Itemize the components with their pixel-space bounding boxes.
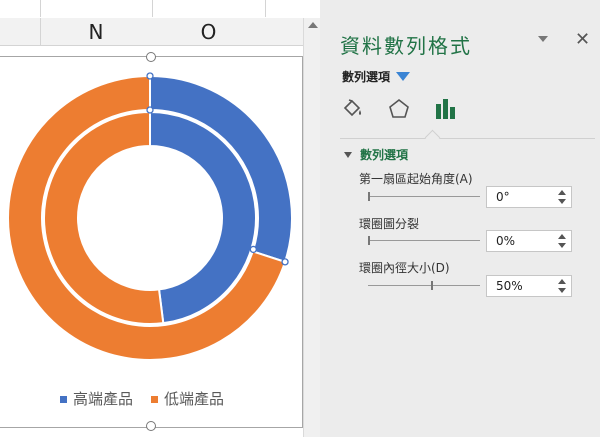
doughnut-hole-size-slider[interactable] [368, 285, 480, 286]
series-options-dropdown[interactable]: 數列選項 [342, 68, 411, 85]
chart-legend[interactable]: 高端產品 低端產品 [60, 388, 224, 409]
slider-thumb[interactable] [368, 236, 370, 245]
series-selection-handle[interactable] [146, 106, 154, 114]
doughnut-hole-size-spinner[interactable]: 50% [486, 275, 572, 297]
series-selection-handle[interactable] [281, 258, 289, 266]
section-label: 數列選項 [360, 148, 409, 162]
spin-down-icon[interactable] [558, 288, 566, 293]
worksheet-area: N O 高端產品 低端產品 [0, 0, 303, 437]
doughnut-hole-size-label: 環圈內徑大小(D) [359, 261, 450, 275]
spinner-value: 50% [496, 279, 523, 293]
spinner-value: 0° [496, 190, 510, 204]
legend-item-low[interactable]: 低端產品 [151, 388, 224, 409]
section-series-options[interactable]: 數列選項 [344, 146, 408, 163]
slider-thumb[interactable] [368, 192, 370, 201]
legend-swatch [60, 396, 67, 403]
legend-label: 低端產品 [164, 390, 225, 408]
donut-chart[interactable] [0, 0, 303, 437]
spin-down-icon[interactable] [558, 199, 566, 204]
doughnut-explosion-spinner[interactable]: 0% [486, 230, 572, 252]
legend-item-high[interactable]: 高端產品 [60, 388, 133, 409]
legend-label: 高端產品 [73, 390, 134, 408]
series-selection-handle[interactable] [249, 245, 257, 254]
pane-options-dropdown-icon[interactable] [538, 36, 548, 42]
active-tab-indicator [424, 129, 441, 146]
spin-down-icon[interactable] [558, 243, 566, 248]
vertical-scrollbar[interactable] [303, 18, 321, 437]
pane-tabs [340, 96, 458, 122]
first-slice-angle-slider[interactable] [368, 196, 480, 197]
tab-divider [340, 138, 595, 139]
collapse-triangle-icon [344, 151, 352, 158]
scroll-up-arrow-icon[interactable] [308, 22, 318, 28]
doughnut-explosion-slider[interactable] [368, 240, 480, 241]
effects-icon[interactable] [386, 96, 412, 122]
pane-title: 資料數列格式 [340, 34, 472, 58]
series-options-icon[interactable] [432, 96, 458, 122]
fill-line-icon[interactable] [340, 96, 366, 122]
close-icon[interactable]: ✕ [575, 29, 590, 50]
first-slice-angle-label: 第一扇區起始角度(A) [359, 172, 473, 186]
spin-up-icon[interactable] [558, 190, 566, 195]
series-selection-handle[interactable] [146, 72, 154, 80]
spinner-value: 0% [496, 234, 516, 248]
slider-thumb[interactable] [430, 281, 433, 290]
format-data-series-pane: 資料數列格式 ✕ 數列選項 數列選項 第一扇區起始角度(A) 0° 環圈圖分裂 … [320, 0, 600, 437]
doughnut-explosion-label: 環圈圖分裂 [359, 217, 420, 231]
legend-swatch [151, 396, 159, 403]
spin-up-icon[interactable] [558, 234, 566, 239]
dropdown-triangle-icon [396, 72, 411, 81]
first-slice-angle-spinner[interactable]: 0° [486, 186, 572, 208]
spin-up-icon[interactable] [558, 279, 566, 284]
series-options-label: 數列選項 [342, 70, 391, 84]
